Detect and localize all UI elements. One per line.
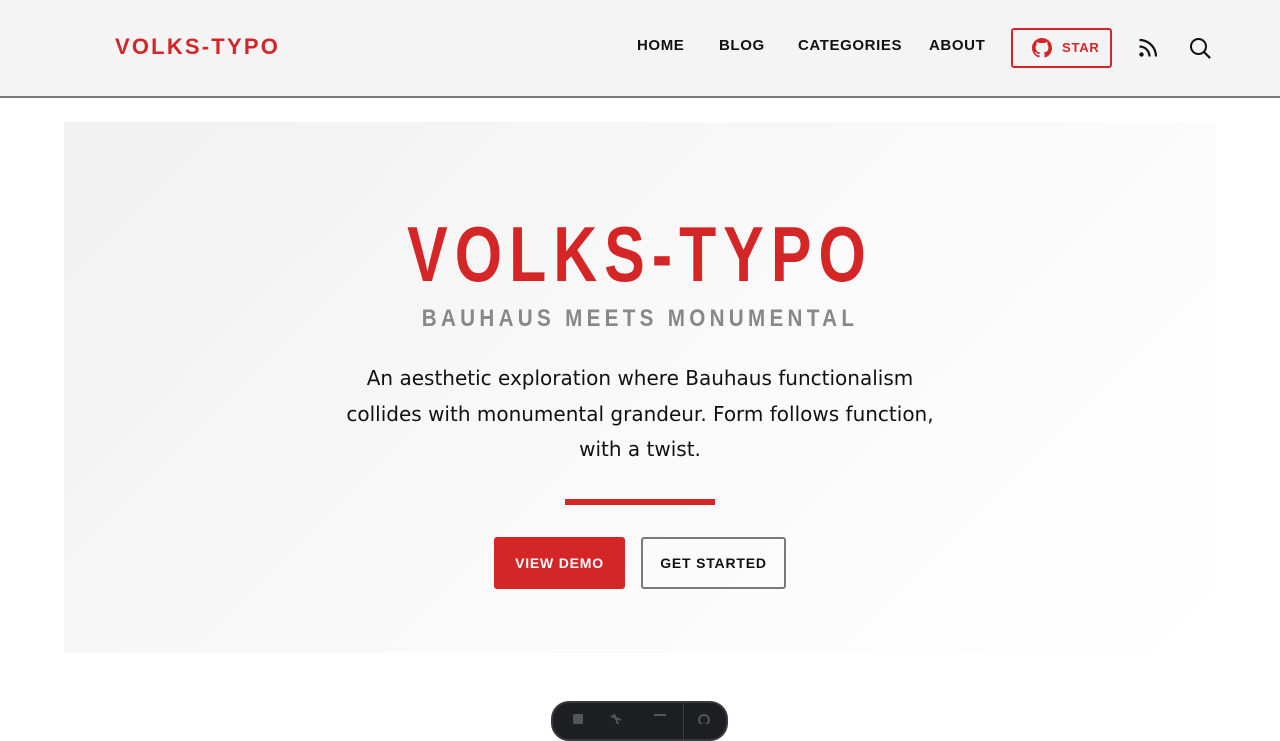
hero-subtitle: BAUHAUS MEETS MONUMENTAL bbox=[421, 305, 859, 332]
hero-title: VOLKS-TYPO bbox=[407, 210, 873, 298]
app-preview-toolbar bbox=[551, 701, 728, 741]
nav-item-about[interactable]: ABOUT bbox=[929, 36, 985, 56]
search-icon[interactable] bbox=[1188, 36, 1212, 60]
nav-item-categories[interactable]: CATEGORIES bbox=[798, 36, 902, 56]
toolbar-icon bbox=[573, 714, 583, 724]
site-header: VOLKS-TYPO HOME BLOG CATEGORIES ABOUT ST… bbox=[0, 0, 1280, 98]
github-icon bbox=[1032, 38, 1052, 58]
get-started-button[interactable]: GET STARTED bbox=[641, 537, 786, 589]
hero-description: An aesthetic exploration where Bauhaus f… bbox=[346, 366, 934, 461]
nav-item-blog[interactable]: BLOG bbox=[719, 36, 765, 56]
star-label: STAR bbox=[1062, 40, 1100, 55]
hero-section: VOLKS-TYPO BAUHAUS MEETS MONUMENTAL An a… bbox=[64, 122, 1216, 653]
site-logo[interactable]: VOLKS-TYPO bbox=[115, 34, 280, 60]
hero-divider bbox=[565, 499, 715, 505]
gear-icon bbox=[698, 714, 710, 724]
rss-icon[interactable] bbox=[1138, 38, 1158, 58]
nav-item-home[interactable]: HOME bbox=[637, 36, 684, 56]
view-demo-button[interactable]: VIEW DEMO bbox=[494, 537, 625, 589]
toolbar-icon bbox=[610, 713, 622, 724]
menu-icon bbox=[654, 714, 666, 716]
github-star-button[interactable]: STAR bbox=[1011, 28, 1112, 68]
